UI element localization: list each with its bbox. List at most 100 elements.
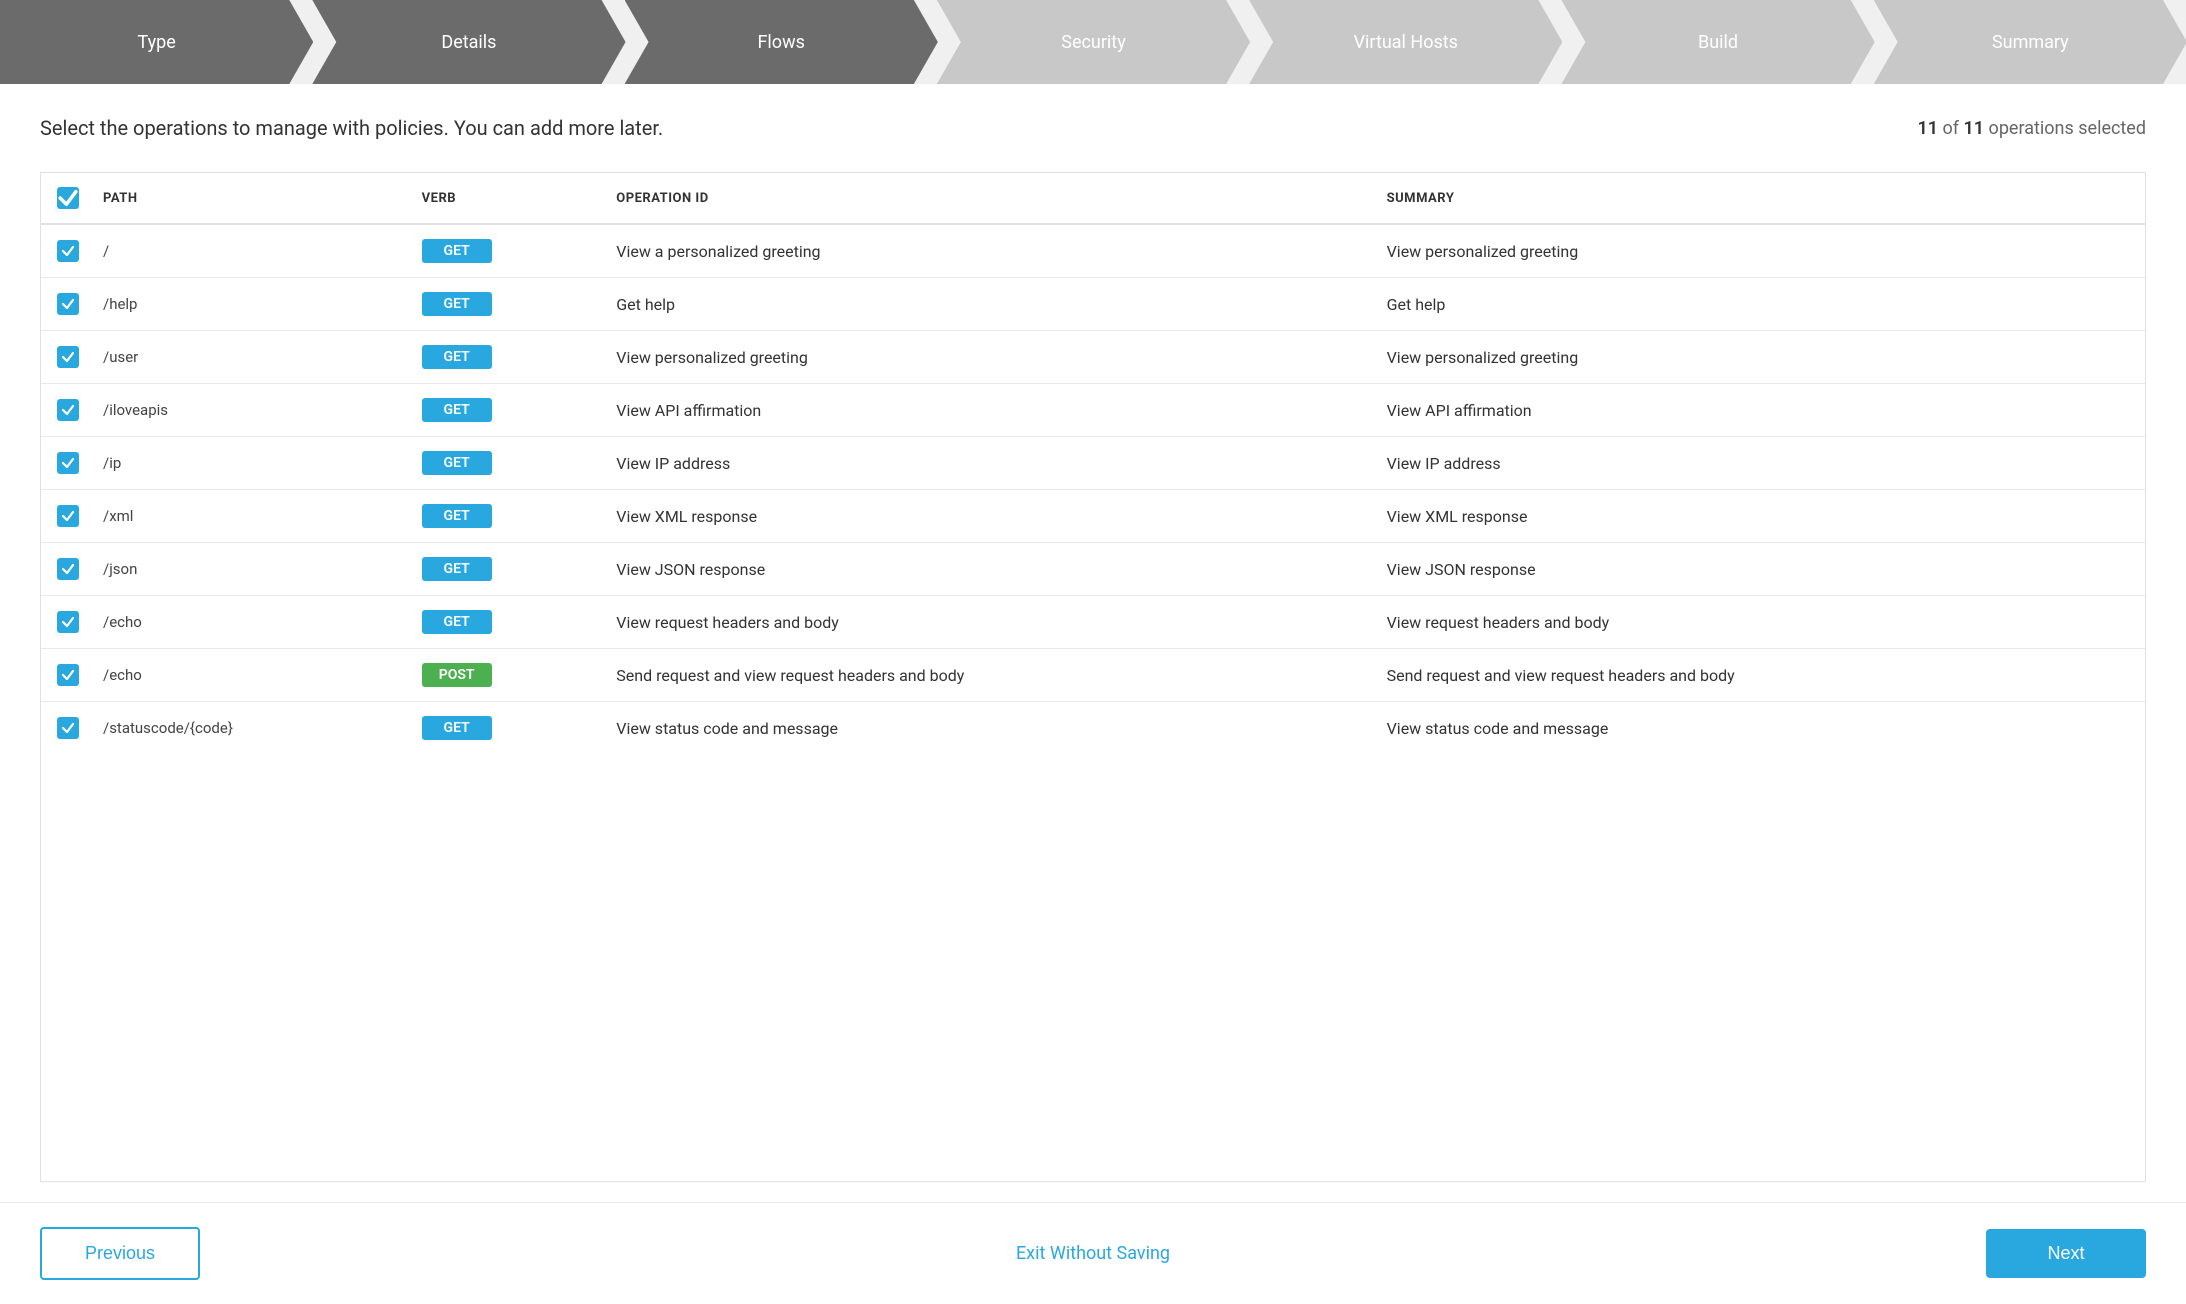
row-1-path: / [91,224,410,278]
row-4-verb: GET [410,384,605,437]
table-row: /ipGETView IP addressView IP address [41,437,2145,490]
table-body: /GETView a personalized greetingView per… [41,224,2145,754]
operations-table: PATH VERB OPERATION ID SUMMARY /GETView … [41,173,2145,754]
row-checkbox-cell [41,702,91,755]
row-checkbox-cell [41,384,91,437]
table-row: /echo POST Send request and view request h… [41,649,2145,702]
header-operation-id: OPERATION ID [604,173,1374,224]
row-3-verb-badge: GET [422,345,492,369]
count-total: 11 [1964,118,1985,139]
header-path: PATH [91,173,410,224]
row-5-verb-badge: GET [422,451,492,475]
operations-count: 11 of 11 operations selected [1917,118,2146,139]
table-row: / GET View a personalized greetingView per… [41,224,2145,278]
table-row: /xml GET View XML responseView XML respons… [41,490,2145,543]
row-6-verb-badge: GET [422,504,492,528]
wizard-steps: TypeDetailsFlowsSecurityVirtual HostsBui… [0,0,2186,84]
row-1-operation-id: View a personalized greeting [604,224,1374,278]
row-3-operation-id: View personalized greeting [604,331,1374,384]
row-checkbox-cell [41,543,91,596]
count-selected: 11 [1917,118,1938,139]
row-6-verb: GET [410,490,605,543]
table-row: /echo GET View request headers and bodyVie… [41,596,2145,649]
row-5-checkbox[interactable] [57,452,79,474]
header-summary: SUMMARY [1375,173,2145,224]
row-2-summary: Get help [1375,278,2145,331]
row-8-summary: View request headers and body [1375,596,2145,649]
row-9-summary: Send request and view request headers an… [1375,649,2145,702]
row-3-summary: View personalized greeting [1375,331,2145,384]
row-2-checkbox[interactable] [57,293,79,315]
table-row: /help GET Get helpGet help [41,278,2145,331]
previous-button[interactable]: Previous [40,1227,200,1280]
wizard-step-summary[interactable]: Summary [1874,0,2186,84]
row-1-verb-badge: GET [422,239,492,263]
row-7-checkbox[interactable] [57,558,79,580]
row-4-operation-id: View API affirmation [604,384,1374,437]
row-6-operation-id: View XML response [604,490,1374,543]
row-4-checkbox[interactable] [57,399,79,421]
row-10-verb: GET [410,702,605,755]
row-4-summary: View API affirmation [1375,384,2145,437]
count-suffix: operations selected [1989,118,2146,139]
row-7-summary: View JSON response [1375,543,2145,596]
exit-without-saving-button[interactable]: Exit Without Saving [1016,1243,1170,1264]
row-checkbox-cell [41,490,91,543]
row-8-operation-id: View request headers and body [604,596,1374,649]
row-8-verb-badge: GET [422,610,492,634]
row-10-verb-badge: GET [422,716,492,740]
row-6-checkbox[interactable] [57,505,79,527]
row-checkbox-cell [41,437,91,490]
row-checkbox-cell [41,649,91,702]
wizard-step-type[interactable]: Type [0,0,313,84]
wizard-step-flows[interactable]: Flows [625,0,938,84]
count-of: of [1943,118,1964,139]
row-3-path: /user [91,331,410,384]
row-9-checkbox[interactable] [57,664,79,686]
row-3-checkbox[interactable] [57,346,79,368]
row-checkbox-cell [41,224,91,278]
row-checkbox-cell [41,278,91,331]
row-8-path: /echo [91,596,410,649]
row-2-verb-badge: GET [422,292,492,316]
header-checkbox-cell [41,173,91,224]
row-2-path: /help [91,278,410,331]
row-9-verb: POST [410,649,605,702]
table-row: /statuscode/{code} GET View status code an… [41,702,2145,755]
wizard-step-security[interactable]: Security [937,0,1250,84]
row-6-path: /xml [91,490,410,543]
wizard-step-build[interactable]: Build [1561,0,1874,84]
row-10-checkbox[interactable] [57,717,79,739]
select-all-checkbox[interactable] [57,187,79,209]
wizard-step-virtual-hosts[interactable]: Virtual Hosts [1249,0,1562,84]
table-header-row: PATH VERB OPERATION ID SUMMARY [41,173,2145,224]
row-7-path: /json [91,543,410,596]
row-7-verb-badge: GET [422,557,492,581]
row-5-verb: GET [410,437,605,490]
row-2-operation-id: Get help [604,278,1374,331]
row-1-checkbox[interactable] [57,240,79,262]
footer: Previous Exit Without Saving Next [0,1202,2186,1304]
row-9-verb-badge: POST [422,663,492,687]
wizard-step-details[interactable]: Details [312,0,625,84]
row-1-verb: GET [410,224,605,278]
row-8-checkbox[interactable] [57,611,79,633]
row-1-summary: View personalized greeting [1375,224,2145,278]
main-content: Select the operations to manage with pol… [0,84,2186,1202]
row-9-operation-id: Send request and view request headers an… [604,649,1374,702]
row-10-path: /statuscode/{code} [91,702,410,755]
row-8-verb: GET [410,596,605,649]
header-verb: VERB [410,173,605,224]
page-description: Select the operations to manage with pol… [40,116,663,140]
next-button[interactable]: Next [1986,1229,2146,1278]
row-10-operation-id: View status code and message [604,702,1374,755]
table-row: /iloveapisGETView API affirmationView AP… [41,384,2145,437]
row-7-verb: GET [410,543,605,596]
row-9-path: /echo [91,649,410,702]
row-6-summary: View XML response [1375,490,2145,543]
page-header: Select the operations to manage with pol… [40,116,2146,140]
operations-table-container: PATH VERB OPERATION ID SUMMARY /GETView … [40,172,2146,1182]
row-4-path: /iloveapis [91,384,410,437]
row-checkbox-cell [41,596,91,649]
row-5-summary: View IP address [1375,437,2145,490]
